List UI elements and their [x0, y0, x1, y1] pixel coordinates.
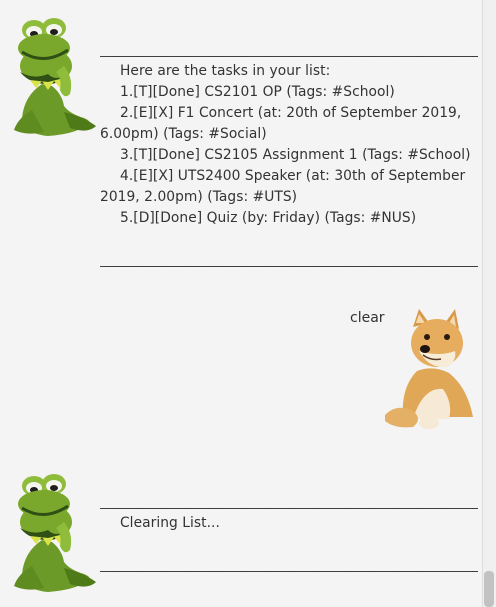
divider-bottom: ________________________________________… — [100, 253, 478, 268]
task-item-continuation: 6.00pm) (Tags: #Social) — [100, 126, 267, 142]
bot-message-clearing: ________________________________________… — [100, 492, 478, 576]
scrollbar-thumb[interactable] — [484, 571, 494, 607]
clearing-message: Clearing List... — [120, 515, 220, 531]
divider-top: ________________________________________… — [100, 495, 478, 510]
user-message: clear — [350, 310, 385, 326]
divider-top: ________________________________________… — [100, 43, 478, 58]
chat-window: ________________________________________… — [0, 0, 483, 607]
task-item: 5.[D][Done] Quiz (by: Friday) (Tags: #NU… — [120, 210, 417, 226]
task-item: 3.[T][Done] CS2105 Assignment 1 (Tags: #… — [120, 147, 471, 163]
task-list-header: Here are the tasks in your list: — [120, 63, 331, 79]
bot-message-task-list: ________________________________________… — [100, 40, 478, 271]
vertical-scrollbar[interactable] — [483, 0, 496, 607]
task-item: 2.[E][X] F1 Concert (at: 20th of Septemb… — [120, 105, 462, 121]
bot-avatar-icon — [4, 14, 98, 142]
task-item: 1.[T][Done] CS2101 OP (Tags: #School) — [120, 84, 395, 100]
user-avatar-icon — [383, 307, 477, 435]
task-item-continuation: 2019, 2.00pm) (Tags: #UTS) — [100, 189, 298, 205]
divider-bottom: ________________________________________… — [100, 558, 478, 573]
bot-avatar-icon — [4, 470, 98, 598]
task-item: 4.[E][X] UTS2400 Speaker (at: 30th of Se… — [120, 168, 466, 184]
